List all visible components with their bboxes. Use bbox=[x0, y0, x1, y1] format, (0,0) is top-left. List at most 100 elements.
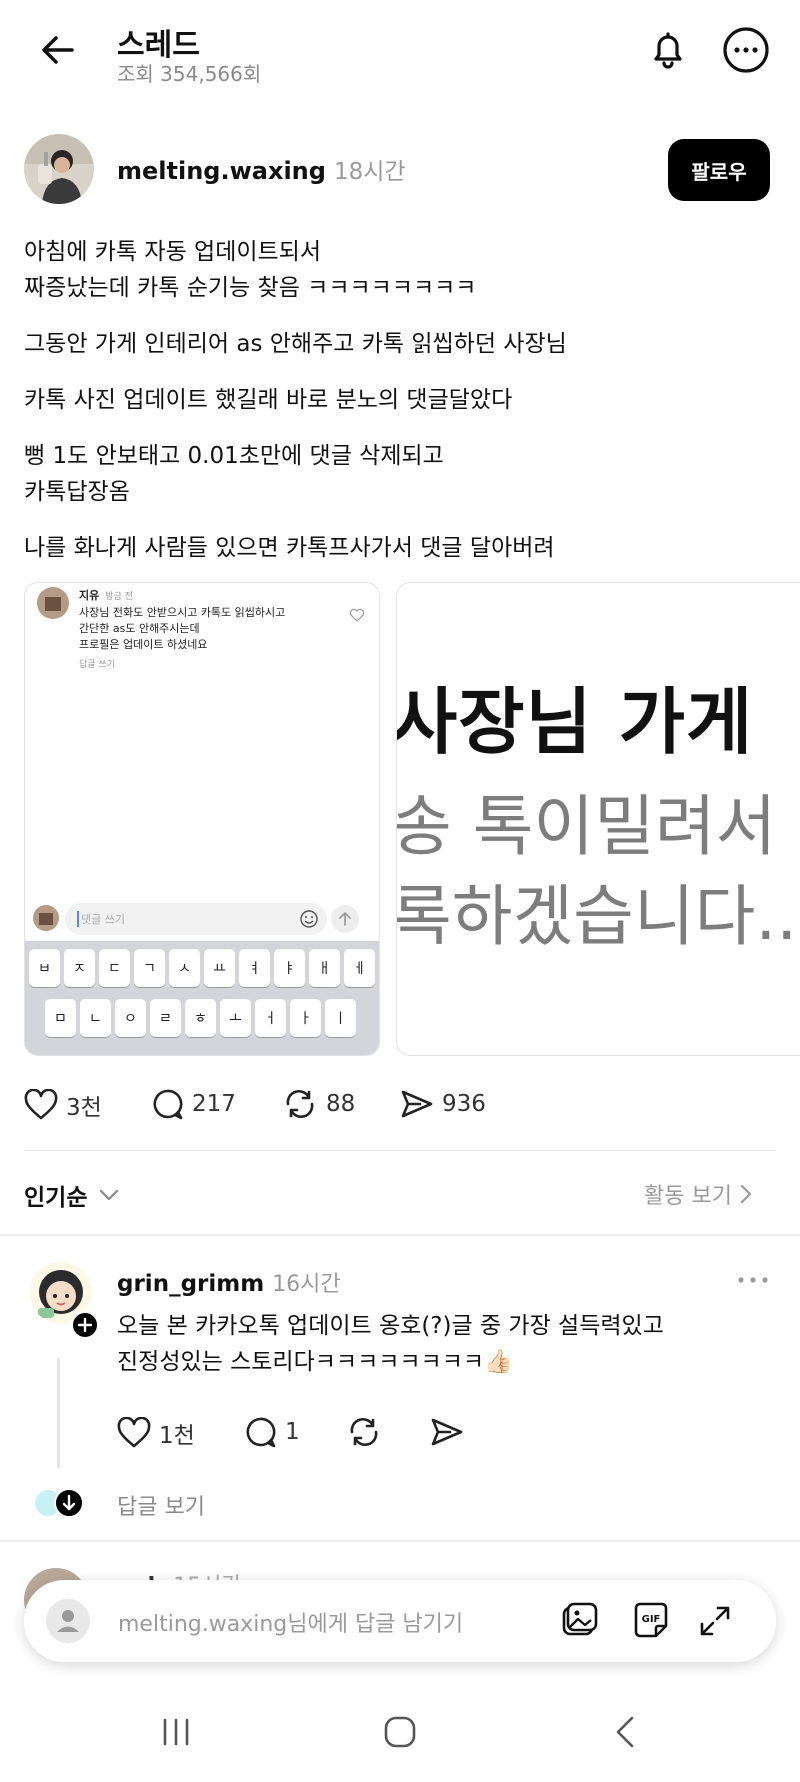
repost-count: 88 bbox=[326, 1091, 356, 1117]
view-replies-avatars bbox=[34, 1488, 84, 1518]
keyboard-key: ㅗ bbox=[220, 999, 251, 1037]
view-count: 조회 354,566회 bbox=[117, 62, 262, 86]
keyboard-key: ㅅ bbox=[169, 949, 200, 987]
thread-line bbox=[57, 1358, 60, 1468]
emoji-icon bbox=[299, 909, 319, 929]
composer-placeholder[interactable]: melting.waxing님에게 답글 남기기 bbox=[118, 1606, 463, 1638]
like-count: 3천 bbox=[66, 1095, 102, 1121]
reply-more-button[interactable] bbox=[736, 1270, 770, 1290]
keyboard-key: ㄴ bbox=[80, 999, 111, 1037]
comment-bubble-icon bbox=[246, 1417, 276, 1448]
system-back-button[interactable] bbox=[608, 1714, 644, 1750]
activity-label: 활동 보기 bbox=[644, 1184, 732, 1209]
post-time: 18시간 bbox=[333, 159, 406, 185]
chevron-left-icon bbox=[616, 1716, 634, 1748]
keyboard-key: ㅁ bbox=[45, 999, 76, 1037]
follow-plus-badge[interactable] bbox=[70, 1310, 100, 1340]
post-paragraph: 나를 화나게 사람들 있으면 카톡프사가서 댓글 달아버려 bbox=[24, 535, 555, 561]
post-body: 아침에 카톡 자동 업데이트되서 짜증났는데 카톡 순기능 찾음 ㅋㅋㅋㅋㅋㅋㅋ… bbox=[24, 234, 764, 566]
keyboard-key: ㅣ bbox=[325, 999, 356, 1037]
expand-icon bbox=[700, 1606, 730, 1636]
reply-time: 16시간 bbox=[272, 1272, 341, 1297]
commenter-time: 방금 전 bbox=[105, 592, 133, 602]
image-text-line: 록하겠습니다... bbox=[396, 878, 800, 955]
post-paragraph: 뻥 1도 안보태고 0.01초만에 댓글 삭제되고 카톡답장옴 bbox=[24, 443, 444, 505]
image-attach-button[interactable] bbox=[558, 1600, 600, 1642]
view-replies-link[interactable]: 답글 보기 bbox=[117, 1489, 205, 1521]
notifications-button[interactable] bbox=[646, 28, 690, 72]
keyboard-key: ㅕ bbox=[239, 949, 270, 987]
more-options-button[interactable] bbox=[722, 26, 770, 74]
reply-like-button[interactable]: 1천 bbox=[117, 1416, 195, 1450]
reply-repost-button[interactable] bbox=[346, 1416, 382, 1448]
gif-button[interactable]: GIF bbox=[630, 1600, 672, 1642]
reply-composer[interactable]: melting.waxing님에게 답글 남기기 GIF bbox=[24, 1580, 776, 1662]
post-paragraph: 카톡 사진 업데이트 했길래 바로 분노의 댓글달았다 bbox=[24, 387, 513, 413]
input-avatar bbox=[33, 905, 59, 931]
comment-input: 댓글 쓰기 bbox=[65, 903, 327, 935]
keyboard-key: ㅛ bbox=[204, 949, 235, 987]
keyboard-key: ㅔ bbox=[344, 949, 375, 987]
user-icon bbox=[57, 1610, 79, 1632]
reply-share-button[interactable] bbox=[430, 1416, 464, 1448]
author-avatar[interactable] bbox=[24, 134, 94, 204]
reply-comment-button[interactable]: 1 bbox=[243, 1416, 300, 1448]
profile-photo-icon bbox=[24, 134, 94, 204]
repost-button[interactable]: 88 bbox=[282, 1088, 355, 1120]
keyboard-key: ㅑ bbox=[274, 949, 305, 987]
reply-comment-count: 1 bbox=[285, 1419, 300, 1445]
send-icon bbox=[431, 1418, 463, 1446]
bell-icon bbox=[654, 32, 682, 69]
share-count: 936 bbox=[442, 1091, 486, 1117]
keyboard-key: ㅂ bbox=[29, 949, 60, 987]
heart-icon bbox=[117, 1417, 151, 1448]
author-username[interactable]: melting.waxing bbox=[117, 157, 326, 185]
commenter-name: 지유 bbox=[79, 589, 100, 602]
repost-icon bbox=[350, 1417, 378, 1447]
keyboard-key: ㅐ bbox=[309, 949, 340, 987]
send-arrow-icon bbox=[331, 905, 359, 933]
home-button[interactable] bbox=[382, 1714, 418, 1750]
heart-icon bbox=[349, 607, 365, 623]
more-dots-icon bbox=[738, 1277, 768, 1283]
share-button[interactable]: 936 bbox=[400, 1088, 486, 1120]
keyboard: ㅂ ㅈ ㄷ ㄱ ㅅ ㅛ ㅕ ㅑ ㅐ ㅔ ㅁ ㄴ ㅇ ㄹ ㅎ ㅗ ㅓ ㅏ ㅣ bbox=[25, 941, 379, 1055]
reply-write-link: 답글 쓰기 bbox=[79, 660, 115, 670]
send-icon bbox=[401, 1090, 433, 1118]
reply-username[interactable]: grin_grimm bbox=[117, 1271, 264, 1297]
comment-bubble-icon bbox=[153, 1089, 183, 1120]
like-button[interactable]: 3천 bbox=[24, 1088, 102, 1122]
more-horizontal-icon bbox=[723, 27, 769, 73]
back-button[interactable] bbox=[38, 30, 78, 70]
post-image-1[interactable]: 지유 방금 전 사장님 전화도 안받으시고 카톡도 읽씹하시고 간단한 as도 … bbox=[24, 582, 380, 1056]
post-paragraph: 아침에 카톡 자동 업데이트되서 짜증났는데 카톡 순기능 찾음 ㅋㅋㅋㅋㅋㅋㅋ… bbox=[24, 239, 477, 301]
chevron-right-icon bbox=[740, 1184, 752, 1204]
sort-dropdown[interactable]: 인기순 bbox=[24, 1178, 121, 1212]
follow-button[interactable]: 팔로우 bbox=[668, 139, 770, 201]
recent-apps-icon bbox=[163, 1718, 189, 1746]
image-icon bbox=[562, 1602, 598, 1636]
arrow-left-icon bbox=[42, 36, 74, 64]
keyboard-key: ㅇ bbox=[115, 999, 146, 1037]
sort-label: 인기순 bbox=[24, 1185, 88, 1211]
keyboard-key: ㅓ bbox=[255, 999, 286, 1037]
section-divider bbox=[0, 1234, 800, 1236]
keyboard-key: ㄹ bbox=[150, 999, 181, 1037]
home-icon bbox=[384, 1716, 416, 1748]
comment-text: 사장님 전화도 안받으시고 카톡도 읽씹하시고 간단한 as도 안해주시는데 프… bbox=[79, 606, 286, 651]
expand-button[interactable] bbox=[696, 1602, 734, 1640]
image-text-line: 사장님 가게 bbox=[396, 680, 754, 764]
comment-button[interactable]: 217 bbox=[150, 1088, 236, 1120]
plus-icon bbox=[77, 1317, 93, 1333]
comment-count: 217 bbox=[192, 1091, 236, 1117]
heart-icon bbox=[24, 1089, 58, 1120]
recent-apps-button[interactable] bbox=[158, 1714, 194, 1750]
gif-icon: GIF bbox=[634, 1602, 668, 1638]
post-image-2[interactable]: 사장님 가게 송 톡이밀려서 ( 록하겠습니다... bbox=[396, 582, 800, 1056]
keyboard-key: ㅈ bbox=[64, 949, 95, 987]
repost-icon bbox=[286, 1089, 314, 1119]
chevron-down-icon bbox=[100, 1189, 119, 1201]
image-text-line: 송 톡이밀려서 ( bbox=[396, 788, 800, 865]
reply-avatars-icon bbox=[35, 1488, 84, 1518]
activity-link[interactable]: 활동 보기 bbox=[644, 1178, 754, 1210]
